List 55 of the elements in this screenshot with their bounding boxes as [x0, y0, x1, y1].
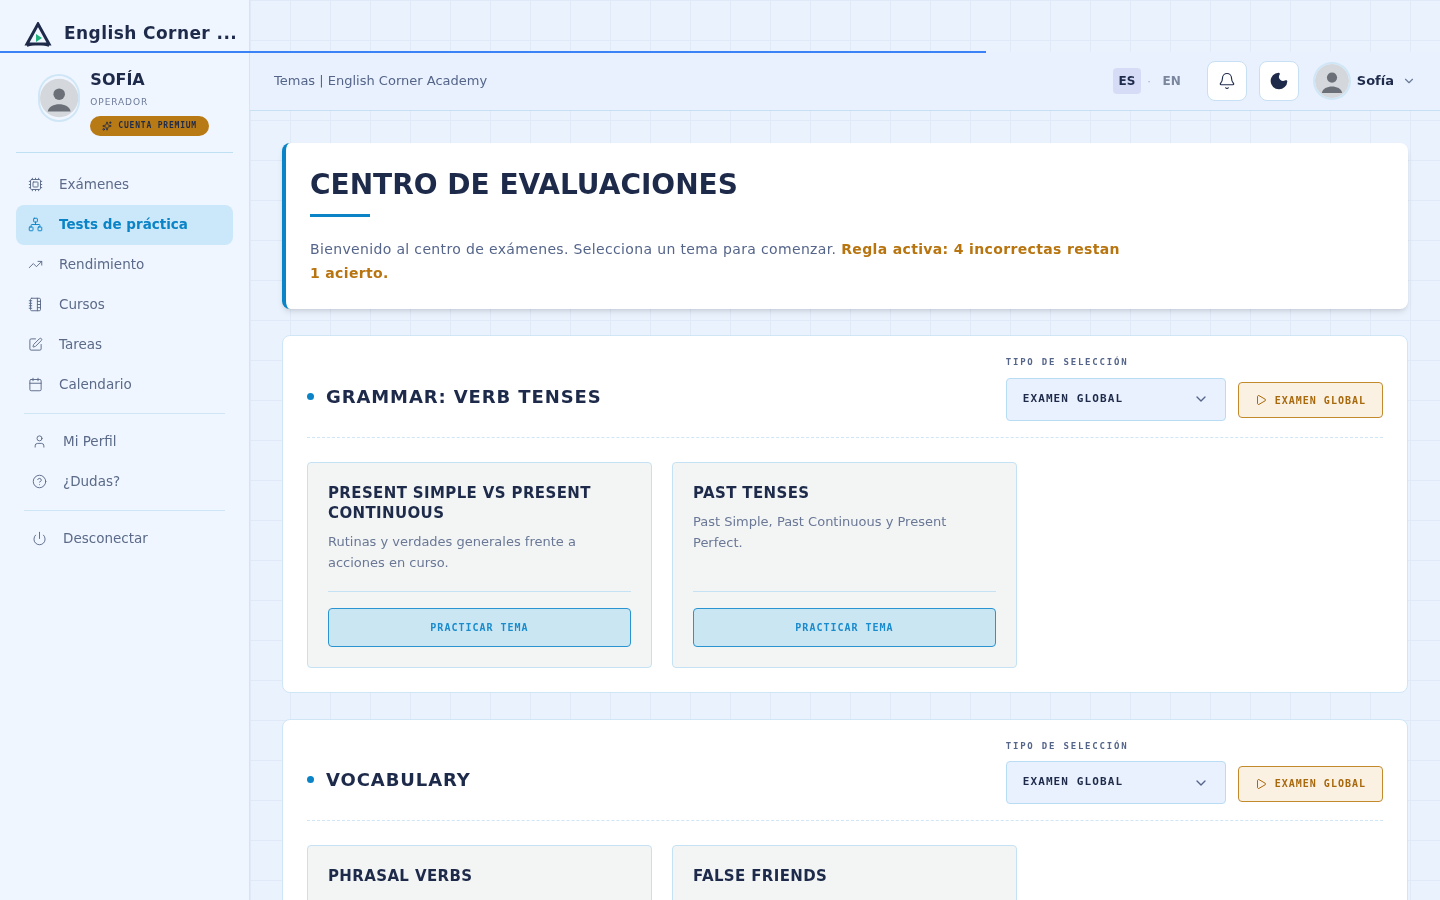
sidebar-item[interactable]: Calendario — [16, 364, 233, 405]
select-label: TIPO DE SELECCIÓN — [1005, 739, 1130, 753]
premium-badge: CUENTA PREMIUM — [90, 115, 209, 136]
play-icon — [1254, 777, 1267, 790]
section-title: GRAMMAR: VERB TENSES — [326, 384, 602, 409]
logo-icon — [24, 22, 52, 48]
moon-icon — [1268, 71, 1289, 91]
practice-button[interactable]: PRACTICAR TEMA — [328, 607, 631, 647]
selection-dropdown[interactable]: EXAMEN GLOBAL — [1005, 377, 1226, 421]
practice-button[interactable]: PRACTICAR TEMA — [693, 607, 996, 647]
global-exam-button[interactable]: EXAMEN GLOBAL — [1237, 382, 1383, 419]
chip-icon — [28, 177, 43, 192]
separator: · — [1147, 74, 1151, 89]
bell-icon — [1217, 72, 1236, 90]
intro-text: Bienvenido al centro de exámenes. Selecciona un tema para comenzar. Regla activa: 4 incorrectas restan 1 acierto. — [310, 240, 1121, 283]
breadcrumb: Temas | English Corner Academy — [274, 72, 489, 91]
calendar-icon — [28, 377, 43, 392]
app-title: English Corner ... — [64, 21, 238, 45]
language-button[interactable]: ES — [1112, 68, 1142, 94]
user-name: SOFÍA — [90, 69, 145, 91]
topic-description: Rutinas y verdades generales frente a acciones en curso. — [328, 532, 577, 572]
user-role: OPERADOR — [90, 96, 149, 109]
power-icon — [32, 531, 47, 546]
topic-title: PAST TENSES — [693, 482, 811, 503]
sidebar-item[interactable]: Tests de práctica — [16, 204, 233, 245]
avatar — [40, 76, 79, 120]
selection-dropdown[interactable]: EXAMEN GLOBAL — [1005, 761, 1226, 804]
notebook-icon — [28, 297, 43, 312]
section-title: VOCABULARY — [326, 768, 471, 793]
sidebar-item[interactable]: Mi Perfil — [16, 421, 233, 462]
hierarchy-icon — [28, 217, 43, 232]
theme-button[interactable] — [1258, 61, 1299, 101]
sidebar-item[interactable]: Desconectar — [16, 518, 233, 559]
language-button[interactable]: EN — [1156, 68, 1187, 94]
topic-title: PRESENT SIMPLE VS PRESENT CONTINUOUS — [328, 482, 592, 523]
page-title: CENTRO DE EVALUACIONES — [310, 167, 739, 202]
topic-title: PHRASAL VERBS — [328, 866, 474, 886]
edit-icon — [28, 337, 43, 352]
topic-title: FALSE FRIENDS — [693, 866, 829, 886]
sidebar-item[interactable]: Tareas — [16, 324, 233, 365]
sparkle-icon — [102, 120, 113, 131]
user-icon — [32, 434, 47, 449]
title-underline — [310, 214, 370, 217]
sidebar-item[interactable]: ¿Dudas? — [16, 461, 233, 502]
sidebar-item[interactable]: Rendimiento — [16, 244, 233, 285]
notification-button[interactable] — [1206, 61, 1247, 101]
sidebar-item[interactable]: Exámenes — [16, 164, 233, 205]
select-label: TIPO DE SELECCIÓN — [1005, 356, 1130, 369]
help-icon — [32, 474, 47, 489]
global-exam-button[interactable]: EXAMEN GLOBAL — [1237, 765, 1383, 802]
user-menu[interactable]: Sofía — [1314, 64, 1416, 98]
sidebar-item[interactable]: Cursos — [16, 284, 233, 325]
topic-description: Past Simple, Past Continuous y Present Perfect. — [693, 512, 948, 552]
play-icon — [1254, 394, 1267, 407]
avatar — [1314, 64, 1349, 98]
